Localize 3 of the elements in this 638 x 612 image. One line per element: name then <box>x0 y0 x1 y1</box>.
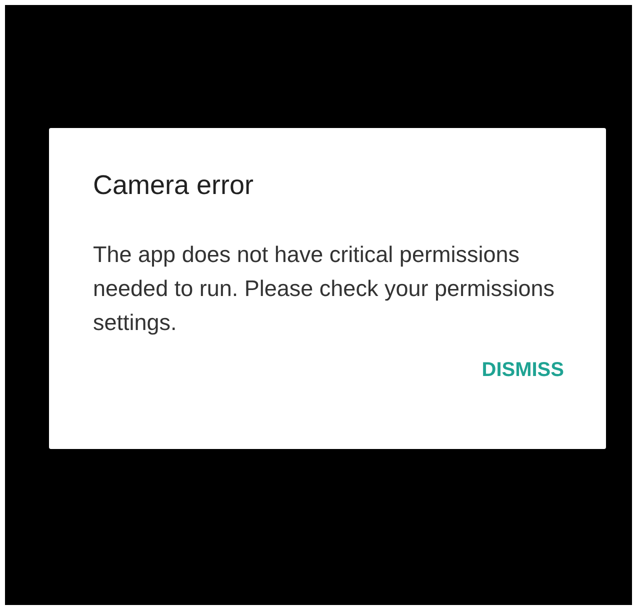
dialog-message: The app does not have critical permissions needed to run. Please check your permissions settings. <box>93 241 556 337</box>
dismiss-button[interactable]: DISMISS <box>478 355 568 386</box>
dialog-title: Camera error <box>93 169 255 202</box>
